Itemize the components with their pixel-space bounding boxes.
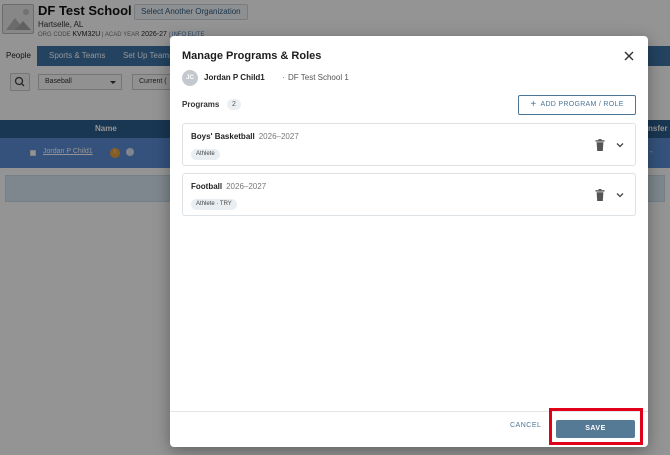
close-button[interactable] [622,49,636,63]
person-name: Jordan P Child1 [204,73,265,82]
manage-programs-modal: Manage Programs & Roles JC Jordan P Chil… [170,36,648,447]
program-name: Football 2026–2027 [191,182,266,191]
program-card-basketball[interactable]: Boys' Basketball 2026–2027 Athlete [182,123,636,166]
program-title: Boys' Basketball [191,132,255,141]
program-year: 2026–2027 [258,132,299,141]
program-title: Football [191,182,223,191]
trash-icon[interactable] [595,189,605,201]
chevron-down-icon[interactable] [615,140,625,150]
trash-icon[interactable] [595,139,605,151]
modal-title: Manage Programs & Roles [182,50,322,62]
plus-icon: + [530,99,537,110]
program-card-football[interactable]: Football 2026–2027 Athlete · TRY [182,173,636,216]
programs-count-badge: 2 [227,99,241,110]
add-program-role-button[interactable]: + ADD PROGRAM / ROLE [518,95,636,115]
person-organization: DF Test School 1 [288,73,349,82]
cancel-button[interactable]: CANCEL [510,422,541,429]
add-program-role-label: ADD PROGRAM / ROLE [540,101,624,108]
programs-label: Programs [182,100,220,109]
program-year: 2026–2027 [226,182,267,191]
avatar: JC [182,70,198,86]
person-separator: · [282,73,285,82]
chevron-down-icon[interactable] [615,190,625,200]
close-icon [624,51,634,61]
role-chip: Athlete · TRY [191,199,237,210]
save-highlight-annotation [549,408,643,445]
program-name: Boys' Basketball 2026–2027 [191,132,299,141]
role-chip: Athlete [191,149,220,160]
